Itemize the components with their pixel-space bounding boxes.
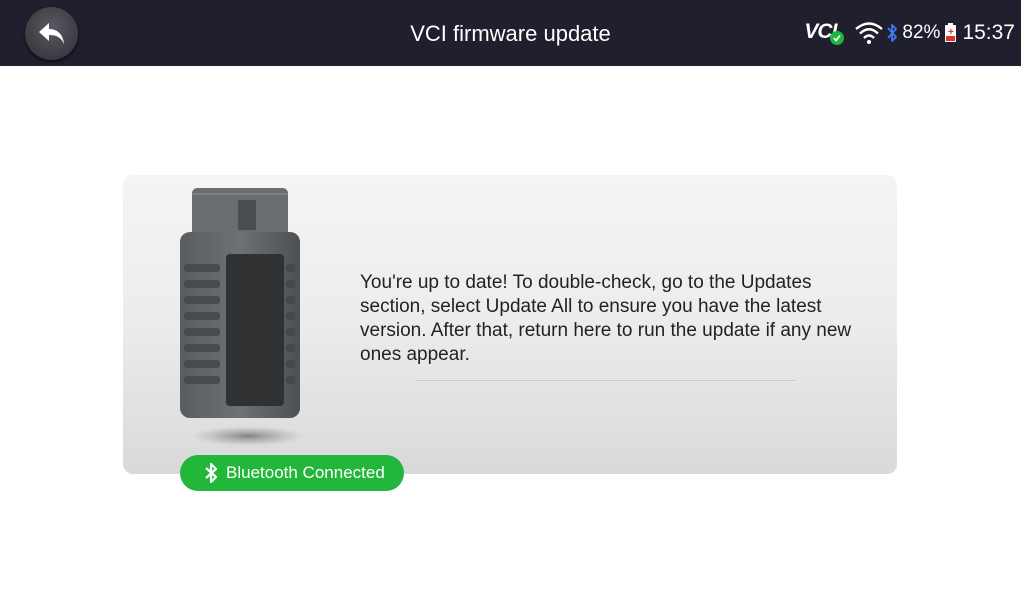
wifi-icon xyxy=(855,22,884,44)
divider xyxy=(415,380,795,381)
battery-percent: 82% xyxy=(902,22,941,43)
vci-connected-check-icon xyxy=(830,31,845,45)
update-status-message: You're up to date! To double-check, go t… xyxy=(360,272,852,365)
vci-status-indicator: VCI xyxy=(804,19,846,47)
battery-icon: + xyxy=(945,22,957,42)
bluetooth-connected-label: Bluetooth Connected xyxy=(226,463,385,482)
bluetooth-icon xyxy=(205,462,218,484)
top-app-bar: VCI firmware update VCI 82% + 15:37 xyxy=(0,0,1021,66)
bluetooth-icon xyxy=(887,24,898,42)
bluetooth-connected-badge: Bluetooth Connected xyxy=(180,455,404,491)
clock: 15:37 xyxy=(962,21,1015,44)
vci-dongle-image xyxy=(180,188,304,446)
status-bar: VCI 82% + 15:37 xyxy=(804,0,1015,66)
